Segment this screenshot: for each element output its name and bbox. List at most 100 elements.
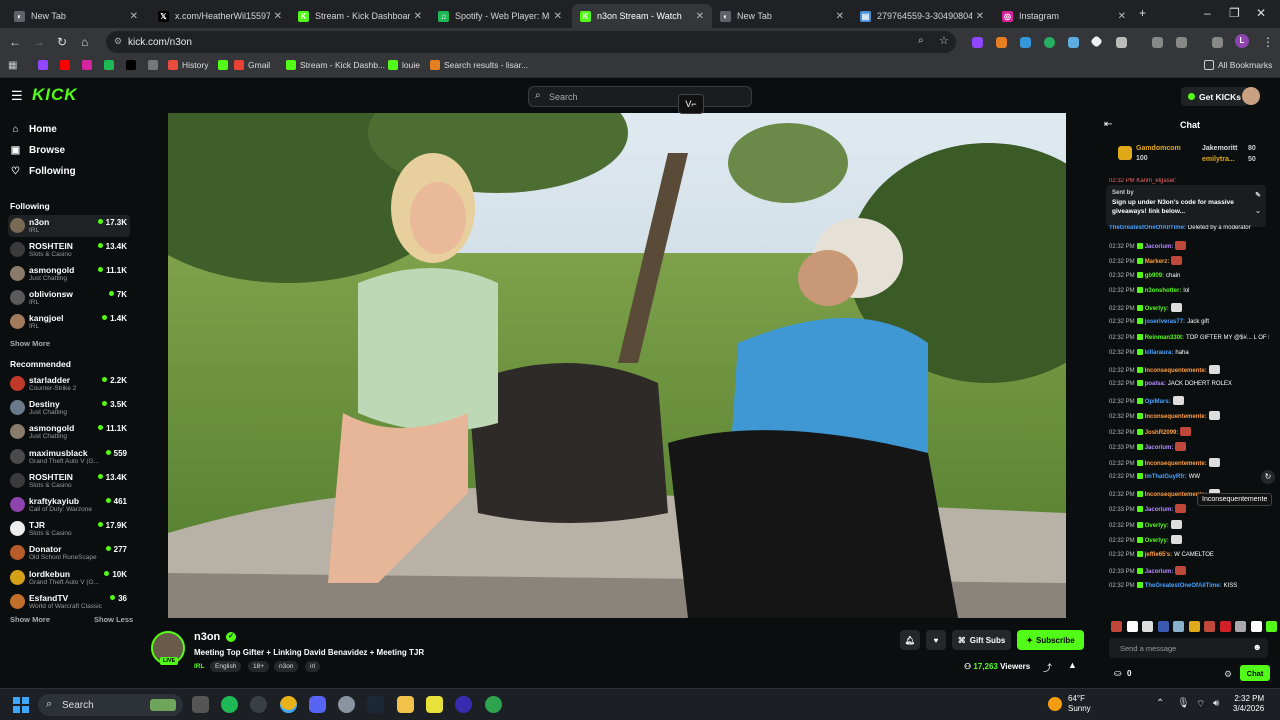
bookmark-item[interactable]: Stream - Kick Dashb... xyxy=(286,60,385,70)
browser-tab[interactable]: ♫ Spotify - Web Player: Mus ✕ xyxy=(430,4,570,28)
chat-username[interactable]: poalsa: xyxy=(1145,381,1166,387)
reload-icon[interactable]: ↻ xyxy=(57,35,67,49)
bookmark-item[interactable] xyxy=(38,60,52,70)
volume-icon[interactable]: 🔊︎ xyxy=(1213,698,1219,709)
close-icon[interactable]: ✕ xyxy=(130,11,138,22)
emote-icon[interactable] xyxy=(1142,621,1153,632)
chat-username[interactable]: gb909: xyxy=(1145,273,1164,279)
chat-username[interactable]: Jacorium: xyxy=(1145,445,1174,451)
url-bar[interactable]: ⚙ kick.com/n3on ⌕ ☆ xyxy=(106,31,956,53)
forward-icon[interactable]: → xyxy=(33,35,45,49)
extension-icon[interactable] xyxy=(1044,37,1055,48)
extension-icon[interactable] xyxy=(1090,35,1103,48)
maximize-icon[interactable]: ❐ xyxy=(1229,6,1240,20)
chat-username[interactable]: OpiMars: xyxy=(1145,399,1171,405)
channel-item[interactable]: TJR Slots & Casino 17.9K xyxy=(8,518,130,540)
channel-item[interactable]: EsfandTV World of Warcraft Classic 36 xyxy=(8,591,130,613)
chat-username[interactable]: jeffie65's: xyxy=(1145,552,1172,558)
extension-icon[interactable] xyxy=(996,37,1007,48)
notification-bell-icon[interactable]: 🔔︎ xyxy=(900,630,920,650)
chat-username[interactable]: n3onshotter: xyxy=(1145,288,1182,294)
chat-username[interactable]: Jacorium: xyxy=(1145,244,1174,250)
stream-tag[interactable]: IRL xyxy=(194,661,204,672)
emote-icon[interactable] xyxy=(1173,621,1184,632)
pinned-message[interactable]: Sent by Sign up under N3on's code for ma… xyxy=(1106,185,1266,227)
bookmark-item[interactable] xyxy=(148,60,162,70)
channel-item[interactable]: oblivionsw IRL 7K xyxy=(8,287,130,309)
emoji-icon[interactable]: ☻ xyxy=(1253,642,1262,652)
chat-username[interactable]: TheGreatestOneOfAllTime: xyxy=(1145,583,1222,589)
download-icon[interactable] xyxy=(1176,37,1187,48)
chrome-profile-icon[interactable] xyxy=(485,696,502,713)
bookmark-item[interactable] xyxy=(104,60,118,70)
bookmark-item[interactable] xyxy=(60,60,74,70)
minimize-icon[interactable]: – xyxy=(1204,6,1211,20)
channel-item[interactable]: starladder Counter-Strike 2 2.2K xyxy=(8,373,130,395)
channel-item[interactable]: ROSHTEIN Slots & Casino 13.4K xyxy=(8,470,130,492)
get-kicks-button[interactable]: Get KICKs xyxy=(1181,87,1249,106)
chat-username[interactable]: TheGreatestOneOfAllTime: xyxy=(1109,225,1186,231)
sidebar-nav-following[interactable]: ♡ Following xyxy=(10,166,76,177)
streamer-name[interactable]: n3on xyxy=(194,631,220,643)
subscribe-button[interactable]: ✦ Subscribe xyxy=(1017,630,1084,650)
gifter-name[interactable]: Gamdomcom xyxy=(1136,145,1181,152)
channel-item[interactable]: lordkebun Grand Theft Auto V (G... 10K xyxy=(8,567,130,589)
stream-tag[interactable]: English xyxy=(210,661,242,672)
send-chat-button[interactable]: Chat xyxy=(1240,665,1270,681)
bookmark-item[interactable]: louie xyxy=(388,60,420,70)
extensions-puzzle-icon[interactable] xyxy=(1116,37,1127,48)
extension-icon[interactable] xyxy=(972,37,983,48)
close-icon[interactable]: ✕ xyxy=(836,11,844,22)
weather-widget[interactable]: 64°F Sunny xyxy=(1068,694,1091,714)
app-icon[interactable] xyxy=(426,696,443,713)
channel-item[interactable]: maximusblack Grand Theft Auto V (G... 559 xyxy=(8,446,130,468)
chat-username[interactable]: Overlyy: xyxy=(1145,306,1169,312)
emote-icon[interactable] xyxy=(1204,621,1215,632)
bookmark-star-icon[interactable]: ☆ xyxy=(939,34,949,47)
emote-icon[interactable] xyxy=(1157,621,1169,632)
taskbar-clock[interactable]: 2:32 PM 3/4/2026 xyxy=(1233,694,1264,714)
channel-item[interactable]: kraftykayiub Call of Duty: Warzone 461 xyxy=(8,494,130,516)
close-icon[interactable]: ✕ xyxy=(1118,11,1126,22)
share-icon[interactable]: ⤴ xyxy=(1043,661,1052,674)
chat-username[interactable]: Markerz: xyxy=(1145,259,1170,265)
profile-avatar[interactable]: L xyxy=(1235,34,1249,48)
apps-grid-icon[interactable]: ▦ xyxy=(8,60,17,71)
cast-icon[interactable] xyxy=(1152,37,1163,48)
browser-tab[interactable]: ◎ Instagram ✕ xyxy=(994,4,1134,28)
channel-item[interactable]: Donator Old School RuneScape 277 xyxy=(8,542,130,564)
show-more-button[interactable]: Show More xyxy=(10,339,50,348)
reading-list-icon[interactable] xyxy=(1212,37,1223,48)
browser-tab[interactable]: ◐ New Tab ✕ xyxy=(712,4,852,28)
report-icon[interactable]: ▲ xyxy=(1068,660,1077,670)
chat-username[interactable]: Overlyy: xyxy=(1145,538,1169,544)
chevron-down-icon[interactable]: ⌄ xyxy=(1255,207,1261,216)
sidebar-nav-home[interactable]: ⌂ Home xyxy=(10,124,56,135)
chevron-up-icon[interactable]: ⌃ xyxy=(1156,698,1164,709)
browser-menu-icon[interactable]: ⋮ xyxy=(1262,35,1274,49)
obs-icon[interactable] xyxy=(455,696,472,713)
close-icon[interactable]: ✕ xyxy=(554,11,562,22)
close-icon[interactable]: ✕ xyxy=(976,11,984,22)
close-window-icon[interactable]: ✕ xyxy=(1256,6,1266,20)
extension-icon[interactable] xyxy=(1020,37,1031,48)
back-icon[interactable]: ← xyxy=(9,35,21,49)
close-icon[interactable]: ✕ xyxy=(274,11,282,22)
emote-icon[interactable] xyxy=(1235,621,1246,632)
chat-username[interactable]: Jacorium: xyxy=(1145,507,1174,513)
stream-tag[interactable]: irl xyxy=(305,661,321,672)
browser-tab[interactable]: ▤ 279764559-3-30490804-0 ✕ xyxy=(852,4,992,28)
chat-message-input[interactable]: Send a message ☻ xyxy=(1109,638,1268,658)
menu-icon[interactable]: ☰ xyxy=(11,88,23,104)
steam-icon[interactable] xyxy=(367,696,384,713)
emote-icon[interactable] xyxy=(1250,621,1262,632)
file-explorer-icon[interactable] xyxy=(397,696,414,713)
bookmark-item[interactable]: Search results - lisar... xyxy=(430,60,528,70)
channel-item[interactable]: n3on IRL 17.3K xyxy=(8,215,130,237)
emote-icon[interactable] xyxy=(1111,621,1122,632)
chrome-icon[interactable] xyxy=(280,696,297,713)
user-avatar[interactable] xyxy=(1242,87,1260,105)
home-browser-icon[interactable]: ⌂ xyxy=(81,35,88,49)
kick-logo[interactable]: KICK xyxy=(32,85,78,105)
channel-item[interactable]: ROSHTEIN Slots & Casino 13.4K xyxy=(8,239,130,261)
